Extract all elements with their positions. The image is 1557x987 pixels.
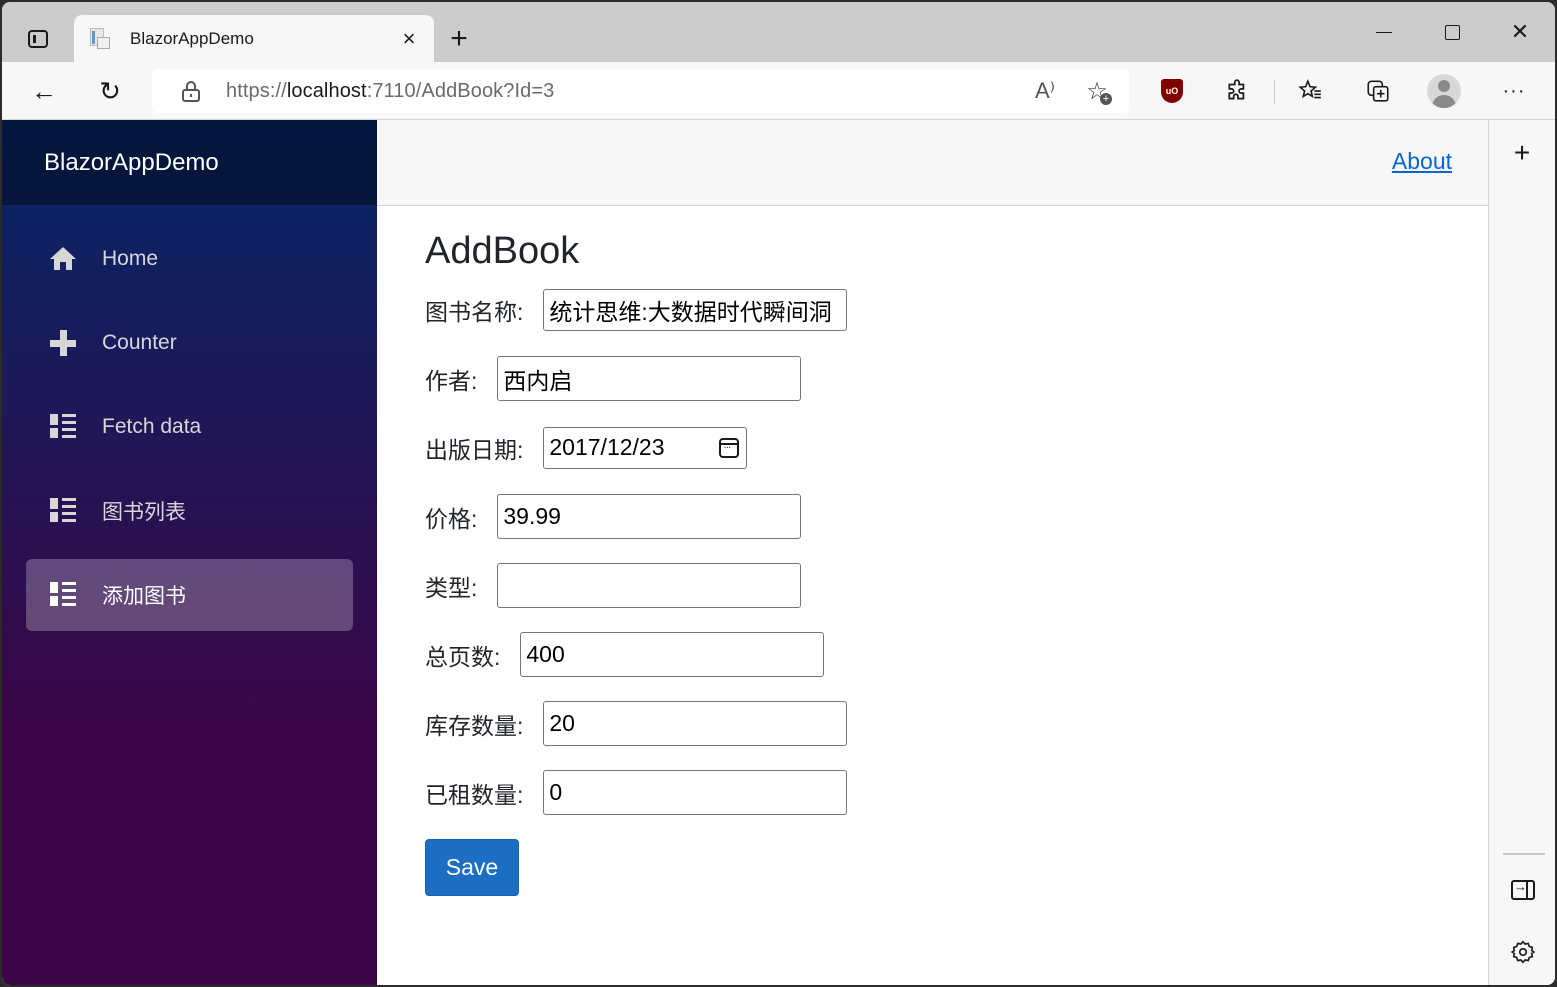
url-scheme: https:// [226, 80, 287, 102]
list-icon [50, 498, 78, 524]
hide-sidebar-icon[interactable] [1511, 879, 1535, 900]
total-pages-input[interactable] [520, 632, 825, 677]
author-label: 作者: [425, 367, 478, 394]
page-title: AddBook [425, 230, 580, 272]
browser-window: BlazorAppDemo × + ✕ ← ↻ https://localhos… [2, 2, 1555, 985]
maximize-button[interactable] [1432, 14, 1472, 50]
calendar-icon[interactable] [719, 437, 740, 458]
close-window-button[interactable]: ✕ [1500, 14, 1540, 50]
browser-toolbar: ← ↻ https://localhost:7110/AddBook?Id=3 … [2, 62, 1555, 120]
field-author: 作者: [425, 356, 847, 401]
page-viewport: BlazorAppDemo Home Counter Fetch data 图书… [2, 120, 1488, 985]
home-icon [50, 246, 78, 272]
avatar [1427, 74, 1461, 108]
book-name-input[interactable] [543, 288, 848, 331]
nav-item-book-list[interactable]: 图书列表 [26, 475, 353, 547]
plus-badge-icon: + [1100, 93, 1112, 105]
minimize-icon [1376, 31, 1392, 33]
new-tab-button[interactable]: + [442, 22, 476, 56]
publish-date-wrapper [543, 426, 748, 469]
address-bar[interactable]: https://localhost:7110/AddBook?Id=3 A⁾ ☆… [152, 69, 1129, 113]
nav-item-label: 图书列表 [102, 501, 186, 524]
type-input[interactable] [497, 563, 802, 608]
nav-menu: Home Counter Fetch data 图书列表 添加图书 [2, 205, 377, 631]
collections-icon[interactable] [1360, 73, 1396, 109]
brand-bar: BlazorAppDemo [2, 120, 377, 205]
field-book-name: 图书名称: [425, 287, 848, 332]
field-stock: 库存数量: [425, 701, 848, 746]
back-button[interactable]: ← [26, 73, 62, 109]
url-text[interactable]: https://localhost:7110/AddBook?Id=3 [226, 80, 554, 103]
stock-input[interactable] [543, 701, 848, 746]
publish-date-input[interactable] [543, 426, 748, 469]
list-icon [50, 414, 78, 440]
field-total-pages: 总页数: [425, 632, 847, 677]
total-pages-label: 总页数: [425, 643, 501, 670]
add-sidebar-app-button[interactable]: + [1507, 137, 1537, 168]
add-book-form: AddBook 图书名称: 作者: 出版日期: 价格: [425, 230, 848, 896]
tab-actions-button[interactable] [20, 24, 56, 54]
tab-close-icon[interactable]: × [394, 24, 424, 54]
price-label: 价格: [425, 505, 478, 532]
nav-item-home[interactable]: Home [26, 223, 353, 295]
about-link[interactable]: About [1392, 148, 1452, 175]
nav-item-counter[interactable]: Counter [26, 307, 353, 379]
field-type: 类型: [425, 563, 847, 608]
settings-gear-icon[interactable] [1509, 938, 1537, 966]
field-rented: 已租数量: [425, 770, 848, 815]
nav-item-label: Counter [102, 331, 177, 354]
minimize-button[interactable] [1364, 14, 1404, 50]
publish-date-label: 出版日期: [425, 436, 524, 463]
tab-blazorappdemo[interactable]: BlazorAppDemo × [74, 15, 434, 63]
app-brand[interactable]: BlazorAppDemo [44, 149, 219, 177]
nav-item-label: Home [102, 247, 159, 270]
save-button[interactable]: Save [425, 839, 519, 896]
maximize-icon [1444, 24, 1460, 40]
plus-icon [50, 330, 78, 356]
lock-icon[interactable] [182, 81, 200, 102]
nav-item-label: 添加图书 [102, 585, 186, 608]
rented-label: 已租数量: [425, 781, 524, 808]
add-favorite-icon[interactable]: ☆ + [1080, 75, 1114, 107]
url-path: :7110/AddBook?Id=3 [366, 80, 555, 102]
rented-input[interactable] [543, 770, 848, 815]
page-favicon-icon [90, 28, 110, 50]
nav-item-label: Fetch data [102, 415, 202, 438]
nav-item-add-book[interactable]: 添加图书 [26, 559, 353, 631]
field-publish-date: 出版日期: [425, 425, 847, 470]
reload-button[interactable]: ↻ [92, 73, 128, 109]
edge-sidebar: + [1488, 120, 1555, 985]
book-name-label: 图书名称: [425, 298, 524, 325]
top-row: About [377, 120, 1488, 206]
read-aloud-icon[interactable]: A⁾ [1028, 75, 1062, 107]
edge-sidebar-divider [1503, 853, 1545, 855]
tab-actions-icon [28, 30, 48, 48]
profile-button[interactable] [1426, 73, 1462, 109]
ublock-extension-button[interactable]: uO [1154, 73, 1190, 109]
price-input[interactable] [497, 494, 802, 539]
extensions-icon[interactable] [1220, 73, 1256, 109]
stock-label: 库存数量: [425, 712, 524, 739]
type-label: 类型: [425, 574, 478, 601]
field-price: 价格: [425, 494, 847, 539]
favorites-icon[interactable] [1292, 73, 1328, 109]
toolbar-divider [1274, 80, 1275, 104]
nav-item-fetch-data[interactable]: Fetch data [26, 391, 353, 463]
tab-strip: BlazorAppDemo × + ✕ [2, 2, 1555, 63]
ublock-shield-icon: uO [1161, 79, 1183, 103]
more-menu-button[interactable]: ··· [1496, 73, 1532, 109]
list-icon [50, 582, 78, 608]
tab-title: BlazorAppDemo [130, 29, 254, 48]
app-sidebar: BlazorAppDemo Home Counter Fetch data 图书… [2, 120, 377, 985]
author-input[interactable] [497, 356, 802, 401]
url-host: localhost [286, 80, 367, 102]
